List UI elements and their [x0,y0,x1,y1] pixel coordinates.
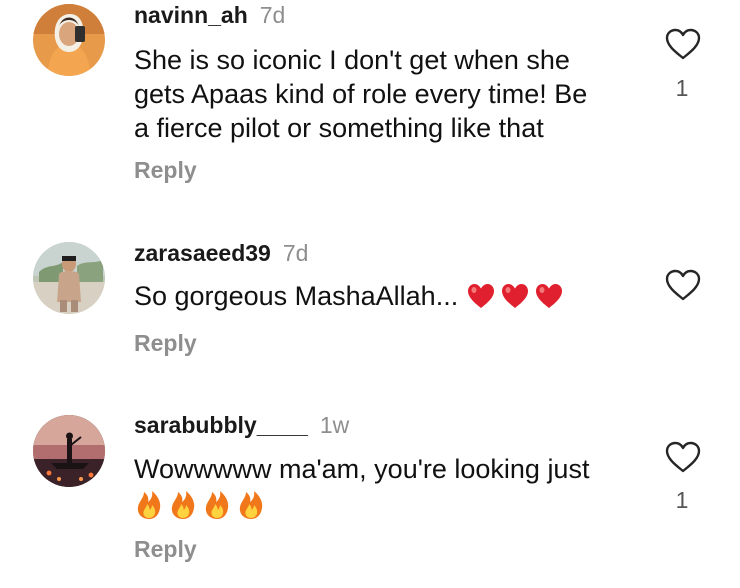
fire-icon [202,488,232,528]
reply-button[interactable]: Reply [134,536,197,563]
comment-text-content: Wowwwww ma'am, you're looking just [134,454,590,484]
like-count: 1 [675,487,689,513]
red-heart-icon [500,282,530,318]
avatar[interactable] [33,415,105,487]
avatar[interactable] [33,4,105,76]
red-heart-icon [534,282,564,318]
comment-text: Wowwwww ma'am, you're looking just [134,452,634,528]
comment-text: She is so iconic I don't get when she ge… [134,43,634,145]
like-heart-icon[interactable] [665,269,701,301]
comment-text-line: She is so iconic I don't get when she [134,45,570,75]
avatar-person-outdoors-icon [33,242,105,314]
avatar-sunset-boat-icon [33,415,105,487]
username-link[interactable]: zarasaeed39 [134,240,271,266]
username-link[interactable]: sarabubbly____ [134,412,308,438]
emoji-row [134,488,634,528]
comment-time: 1w [319,412,350,438]
comment-text: So gorgeous MashaAllah... [134,279,634,318]
username-link[interactable]: navinn_ah [134,2,248,28]
comment-text-line: a fierce pilot or something like that [134,113,544,143]
fire-icon [168,488,198,528]
comment-text-content: So gorgeous MashaAllah... [134,281,459,311]
comment-meta: sarabubbly____ 1w [134,412,349,439]
comment-meta: zarasaeed39 7d [134,240,308,267]
reply-button[interactable]: Reply [134,330,197,357]
reply-button[interactable]: Reply [134,157,197,184]
comment-text-line: gets Apaas kind of role every time! Be [134,79,588,109]
like-heart-icon[interactable] [665,28,701,60]
like-heart-icon[interactable] [665,441,701,473]
avatar-woman-orange-scarf-icon [33,4,105,76]
comment-time: 7d [282,240,309,266]
comment-time: 7d [259,2,286,28]
fire-icon [236,488,266,528]
like-count: 1 [675,75,689,101]
comment-meta: navinn_ah 7d [134,2,285,29]
fire-icon [134,488,164,528]
red-heart-icon [466,282,496,318]
avatar[interactable] [33,242,105,314]
